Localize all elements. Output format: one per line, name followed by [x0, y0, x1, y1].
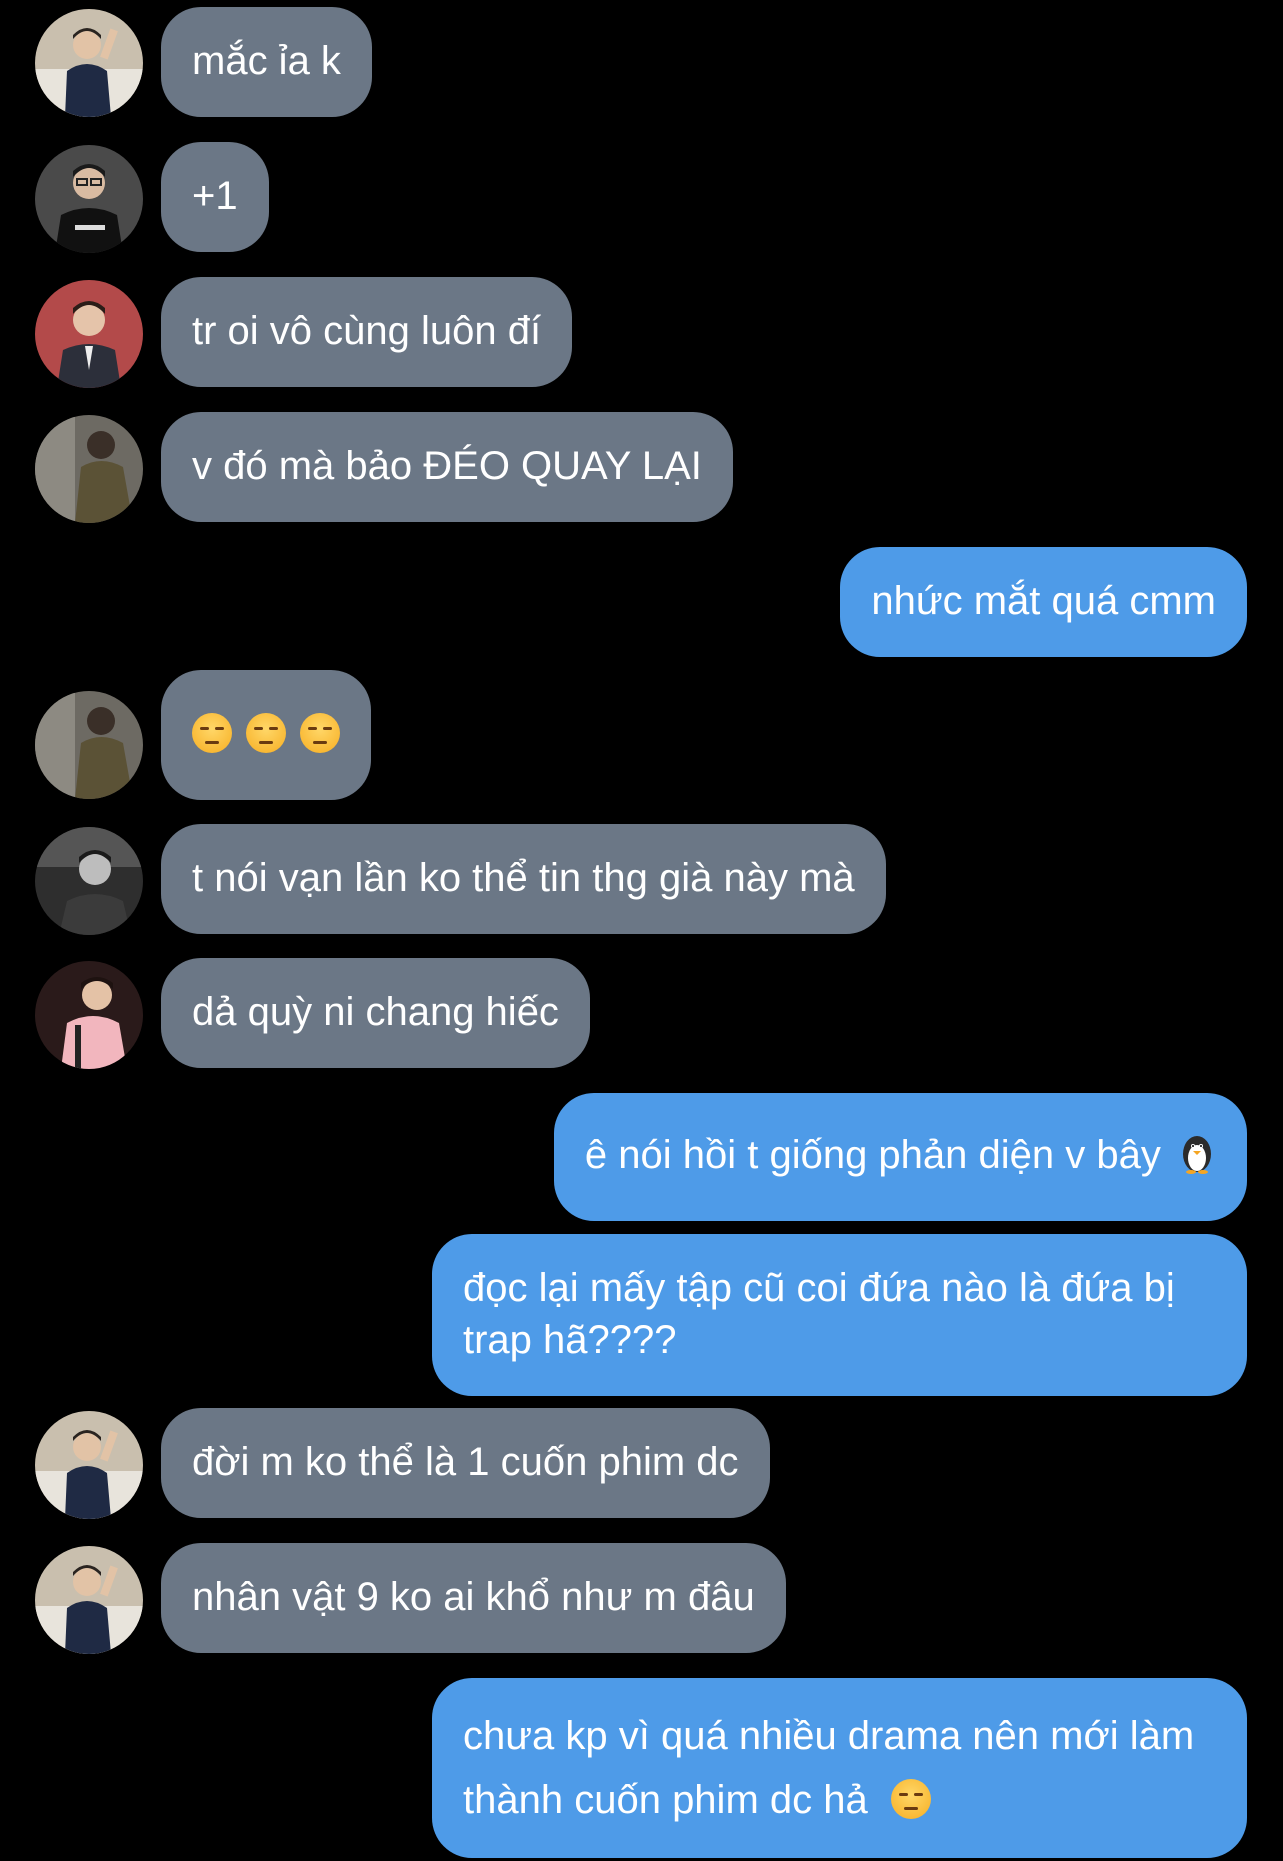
- avatar-guy-monochrome-icon: [35, 827, 143, 935]
- message-text: đời m ko thể là 1 cuốn phim dc: [192, 1440, 739, 1484]
- message-bubble-incoming[interactable]: tr oi vô cùng luôn đí: [161, 277, 573, 387]
- unamused-face-emoji-icon: [192, 713, 232, 753]
- avatar[interactable]: [35, 1546, 143, 1654]
- message-text: v đó mà bảo ĐÉO QUAY LẠI: [192, 444, 702, 488]
- message-text: +1: [192, 174, 238, 218]
- pensive-face-emoji-icon: [890, 1779, 931, 1819]
- avatar-guy-sitting-icon: [35, 1546, 143, 1654]
- message-text: chưa kp vì quá nhiều drama nên mới làm t…: [463, 1714, 1195, 1822]
- avatar-guy-glasses-black-shirt-icon: [35, 145, 143, 253]
- avatar[interactable]: [35, 415, 143, 523]
- message-bubble-outgoing[interactable]: ê nói hồi t giống phản diện v bây: [553, 1093, 1247, 1221]
- message-text: nhức mắt quá cmm: [871, 579, 1216, 623]
- avatar-guy-sitting-icon: [35, 1411, 143, 1519]
- avatar[interactable]: [35, 145, 143, 253]
- message-text: nhân vật 9 ko ai khổ như m đâu: [192, 1575, 755, 1619]
- chat-thread: mắc ỉa k +1 tr oi vô cùng luôn đí v đó m…: [0, 0, 1283, 1861]
- message-text: ê nói hồi t giống phản diện v bây: [584, 1133, 1161, 1177]
- message-bubble-incoming[interactable]: v đó mà bảo ĐÉO QUAY LẠI: [161, 412, 733, 522]
- avatar-guy-jacket-back-icon: [35, 691, 143, 799]
- message-bubble-incoming[interactable]: mắc ỉa k: [161, 7, 372, 117]
- message-text: t nói vạn lần ko thể tin thg già này mà: [192, 856, 855, 900]
- avatar[interactable]: [35, 961, 143, 1069]
- message-bubble-incoming[interactable]: +1: [161, 142, 269, 252]
- penguin-emoji-icon: [1183, 1136, 1211, 1174]
- avatar-guy-jacket-back-icon: [35, 415, 143, 523]
- message-text: đọc lại mấy tập cũ coi đứa nào là đứa bị…: [463, 1266, 1175, 1362]
- avatar-guy-suit-red-bg-icon: [35, 280, 143, 388]
- message-bubble-incoming[interactable]: nhân vật 9 ko ai khổ như m đâu: [161, 1543, 786, 1653]
- message-bubble-outgoing[interactable]: chưa kp vì quá nhiều drama nên mới làm t…: [432, 1678, 1247, 1858]
- unamused-face-emoji-icon: [246, 713, 286, 753]
- avatar[interactable]: [35, 827, 143, 935]
- message-bubble-outgoing[interactable]: nhức mắt quá cmm: [840, 547, 1247, 657]
- avatar[interactable]: [35, 1411, 143, 1519]
- avatar[interactable]: [35, 691, 143, 799]
- avatar-guy-sitting-icon: [35, 9, 143, 117]
- message-bubble-incoming[interactable]: t nói vạn lần ko thể tin thg già này mà: [161, 824, 886, 934]
- message-bubble-incoming[interactable]: đời m ko thể là 1 cuốn phim dc: [161, 1408, 770, 1518]
- avatar[interactable]: [35, 280, 143, 388]
- message-text: tr oi vô cùng luôn đí: [192, 309, 542, 353]
- unamused-face-emoji-icon: [300, 713, 340, 753]
- message-bubble-incoming[interactable]: dả quỳ ni chang hiếc: [161, 958, 590, 1068]
- avatar[interactable]: [35, 9, 143, 117]
- message-bubble-outgoing[interactable]: đọc lại mấy tập cũ coi đứa nào là đứa bị…: [432, 1234, 1247, 1396]
- avatar-guy-pink-jacket-icon: [35, 961, 143, 1069]
- message-bubble-incoming[interactable]: [161, 670, 371, 800]
- message-text: dả quỳ ni chang hiếc: [192, 990, 559, 1034]
- message-text: mắc ỉa k: [192, 39, 341, 83]
